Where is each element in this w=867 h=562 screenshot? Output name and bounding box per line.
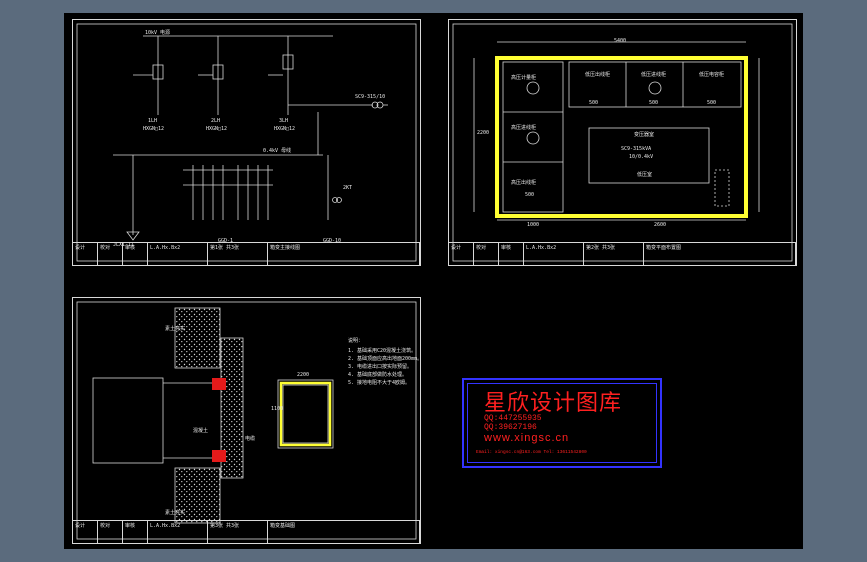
dim-b: 500 (649, 100, 659, 106)
watermark-contact: Email: xingsc.cn@163.com Tel: 1361154280… (476, 450, 587, 455)
concrete-label: 混凝土 (193, 428, 209, 434)
dim-a: 500 (589, 100, 599, 106)
dim-left: 1000 (527, 222, 540, 228)
notes-heading: 说明： (348, 338, 364, 344)
dim-depth: 1100 (271, 406, 284, 412)
note-4: 4. 基础底部做防水处理。 (348, 372, 408, 378)
cable-label: 电缆 (245, 436, 256, 442)
watermark-qq2: QQ:39627196 (484, 423, 537, 432)
note-5: 5. 接地电阻不大于4欧姆。 (348, 380, 411, 386)
room-hv-outgoing: 高压出线柜 (511, 180, 537, 186)
dim-height: 2200 (477, 130, 490, 136)
note-3: 3. 电缆进出口按实际预留。 (348, 364, 413, 370)
title-block-layout: 设计 校对 审核 L.A.Hx.Bx2 第2张 共3张 箱变平面布置图 (449, 242, 796, 265)
feeder-label-2: 2LH (211, 118, 221, 124)
watermark-qq1: QQ:447255935 (484, 414, 542, 423)
title-block-foundation: 设计 校对 审核 L.A.Hx.Bx2 第3张 共3张 箱变基础图 (73, 520, 420, 543)
note-1: 1. 基础采用C20混凝土浇筑。 (348, 348, 417, 354)
dim-right: 2600 (654, 222, 667, 228)
switchgear-label-2: HXGN□12 (206, 126, 228, 132)
transformer-rating: SC9-315kVA (621, 146, 652, 152)
room-lv-incoming: 低压进线柜 (641, 72, 667, 78)
note-2: 2. 基础顶面应高出地面200mm。 (348, 356, 423, 362)
source-label: 10kV 电源 (145, 30, 171, 36)
dim-width: 2200 (297, 372, 310, 378)
room-lv-outgoing: 低压出线柜 (585, 72, 611, 78)
bus-label: 0.4kV 母线 (263, 148, 292, 154)
soil-label-bottom: 素土夯实 (165, 510, 186, 516)
transformer-label: SC9-315/10 (355, 94, 386, 100)
feeder-label-1: 1LH (148, 118, 158, 124)
foundation-drawing (76, 301, 417, 540)
room-lv: 低压室 (637, 172, 653, 178)
sheet-one-line-diagram: 10kV 电源 1LH 2LH 3LH HXGN□12 HXGN□12 HXGN… (72, 19, 421, 266)
feeder-label-3: 3LH (279, 118, 289, 124)
dim-d: 500 (525, 192, 535, 198)
relay-label: 2KT (343, 185, 353, 191)
watermark-logo: 星欣设计图库 QQ:447255935 QQ:39627196 www.xing… (462, 378, 662, 468)
room-hv-metering: 高压计量柜 (511, 75, 537, 81)
room-transformer: 变压器室 (634, 132, 655, 138)
watermark-title: 星欣设计图库 (484, 391, 623, 416)
watermark-url: www.xingsc.cn (484, 432, 570, 444)
sheet-layout-plan: 5400 1000 2600 高压计量柜 高压进线柜 高压出线柜 低压出线柜 低… (448, 19, 797, 266)
switchgear-label-1: HXGN□12 (143, 126, 165, 132)
room-lv-capacitor: 低压电容柜 (699, 72, 725, 78)
cad-model-space[interactable]: 10kV 电源 1LH 2LH 3LH HXGN□12 HXGN□12 HXGN… (64, 13, 803, 549)
layout-plan-drawing (452, 23, 793, 262)
dim-c: 500 (707, 100, 717, 106)
title-block-one-line: 设计 校对 审核 L.A.Hx.Bx2 第1张 共3张 箱变主接线图 (73, 242, 420, 265)
dim-total: 5400 (614, 38, 627, 44)
room-hv-incoming: 高压进线柜 (511, 125, 537, 131)
sheet-foundation: 素土夯实 素土夯实 混凝土 电缆 1100 2200 说明： 1. 基础采用C2… (72, 297, 423, 544)
transformer-voltage: 10/0.4kV (629, 154, 654, 160)
one-line-drawing (76, 23, 417, 262)
switchgear-label-3: HXGN□12 (274, 126, 296, 132)
soil-label-top: 素土夯实 (165, 326, 186, 332)
